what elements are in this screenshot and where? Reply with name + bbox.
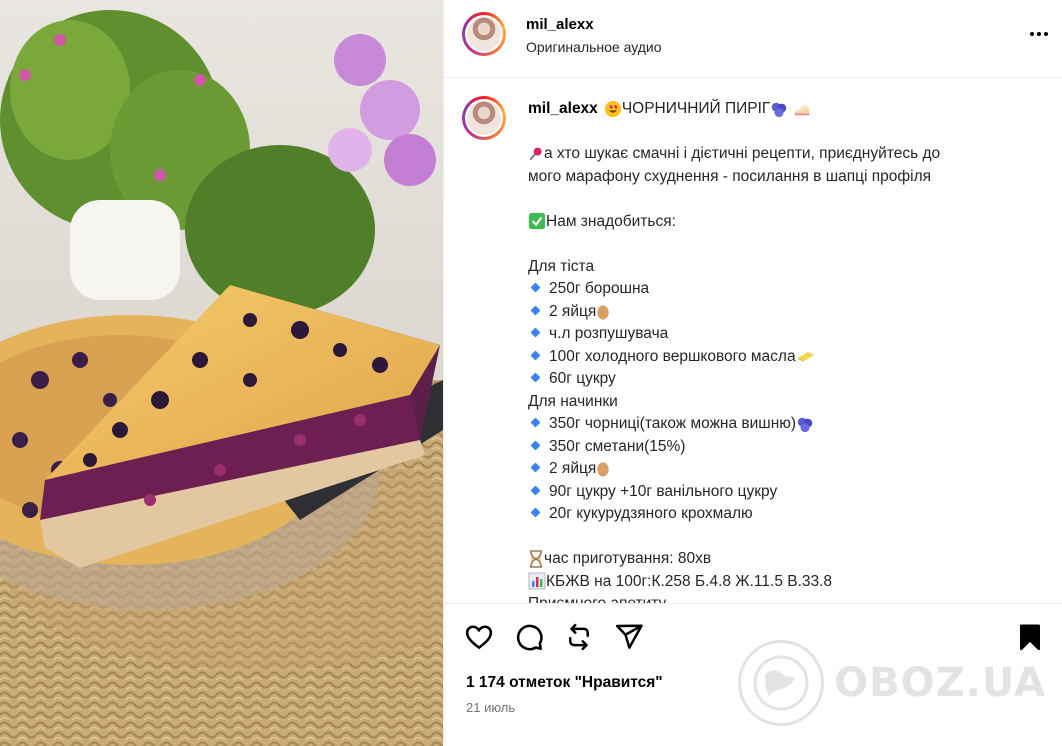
repost-icon[interactable]: [564, 622, 594, 652]
heart-icon[interactable]: [464, 622, 494, 652]
blue-diamond-icon: [530, 305, 541, 316]
likes-count[interactable]: 1 174 отметок "Нравится": [466, 674, 663, 692]
blueberries-icon: [772, 102, 787, 118]
caption-line-text: КБЖВ на 100г:К.258 Б.4.8 Ж.11.5 В.33.8: [546, 572, 833, 590]
caption-line-text: Приємного апетиту: [528, 595, 667, 604]
blue-diamond-icon: [530, 417, 541, 428]
caption-line: а хто шукає смачні і дієтичні рецепти, п…: [528, 143, 1028, 166]
more-horizontal-icon: [1030, 32, 1048, 36]
caption-line-text: ч.л розпушувача: [549, 325, 669, 342]
globe-icon: [738, 640, 825, 726]
blue-diamond-icon: [530, 372, 541, 383]
caption-line: [528, 233, 1028, 256]
hourglass-icon: [530, 550, 542, 568]
butter-icon: [797, 352, 814, 363]
caption-line: ч.л розпушувача: [528, 323, 1028, 346]
watermark-text: OBOZ.UA: [834, 660, 1046, 706]
caption-line-text: 2 яйця: [549, 302, 597, 320]
caption-line: мого марафону схуднення - посилання в ша…: [528, 166, 1028, 189]
caption-line: Для тіста: [528, 256, 1028, 279]
caption-line-text: а хто шукає смачні і дієтичні рецепти, п…: [544, 145, 941, 162]
caption-line: mil_alexx ЧОРНИЧНИЙ ПИРІГ: [528, 98, 1028, 121]
caption-line: 60г цукру: [528, 368, 1028, 391]
caption-line-text: Для начинки: [528, 392, 618, 410]
caption-line: Для начинки: [528, 391, 1028, 414]
caption-line: 20г кукурудзяного крохмалю: [528, 503, 1028, 526]
more-options-button[interactable]: [1027, 22, 1051, 46]
caption-line-text: 350г чорниці(також можна вишню): [549, 415, 797, 432]
caption-line: 350г сметани(15%): [528, 436, 1028, 459]
caption-text: mil_alexx ЧОРНИЧНИЙ ПИРІГ а хто шукає сма…: [528, 98, 1028, 604]
blue-diamond-icon: [530, 327, 541, 338]
caption-line-text: час приготування: 80хв: [544, 550, 712, 567]
caption-avatar[interactable]: [462, 96, 506, 140]
avatar[interactable]: [462, 12, 506, 56]
caption-line-text: Нам знадобиться:: [546, 212, 676, 230]
post-panel: mil_alexx Оригинальное аудио mil_alexx ЧО…: [443, 0, 1062, 746]
caption-line-text: 100г холодного вершкового масла: [549, 347, 796, 365]
caption-line: 350г чорниці(також можна вишню): [528, 413, 1028, 436]
check-mark-icon: [528, 213, 546, 230]
caption-username[interactable]: mil_alexx: [528, 100, 598, 117]
blue-diamond-icon: [530, 485, 541, 496]
blue-diamond-icon: [530, 350, 541, 361]
caption-line-text: 350г сметани(15%): [549, 437, 686, 455]
comment-icon[interactable]: [514, 622, 544, 652]
blueberries-icon: [797, 417, 813, 433]
blue-diamond-icon: [530, 282, 541, 293]
caption-line-text: 60г цукру: [549, 370, 616, 387]
caption-line-text: Для тіста: [528, 257, 595, 275]
caption-line: 90г цукру +10г ванільного цукру: [528, 481, 1028, 504]
caption-line: [528, 526, 1028, 549]
post-date[interactable]: 21 июль: [466, 700, 515, 715]
egg-icon: [597, 462, 609, 477]
post-image[interactable]: [0, 0, 443, 746]
post-header: mil_alexx Оригинальное аудио: [444, 0, 1062, 78]
cake-slice-icon: [794, 104, 809, 116]
blue-diamond-icon: [530, 462, 541, 473]
caption-line: 250г борошна: [528, 278, 1028, 301]
heart-eyes-emoji-icon: [604, 100, 621, 118]
caption-line-text: мого марафону схуднення - посилання в ша…: [528, 167, 932, 185]
caption-line: [528, 188, 1028, 211]
bar-chart-icon: [528, 572, 546, 590]
caption-line: Нам знадобиться:: [528, 211, 1028, 234]
egg-icon: [597, 305, 609, 320]
header-username[interactable]: mil_alexx: [526, 16, 594, 33]
audio-label[interactable]: Оригинальное аудио: [526, 39, 662, 55]
send-icon[interactable]: [614, 622, 644, 652]
caption-line: 100г холодного вершкового масла: [528, 346, 1028, 369]
caption-line: 2 яйця: [528, 458, 1028, 481]
caption-line-text: ЧОРНИЧНИЙ ПИРІГ: [621, 100, 771, 117]
caption-line: Приємного апетиту: [528, 593, 1028, 604]
pushpin-icon: [529, 147, 542, 161]
caption-line: [528, 121, 1028, 144]
caption-area[interactable]: mil_alexx ЧОРНИЧНИЙ ПИРІГ а хто шукає сма…: [444, 78, 1062, 604]
blue-diamond-icon: [530, 440, 541, 451]
caption-line: КБЖВ на 100г:К.258 Б.4.8 Ж.11.5 В.33.8: [528, 571, 1028, 594]
caption-line-text: 20г кукурудзяного крохмалю: [549, 505, 753, 522]
caption-line-text: 250г борошна: [549, 280, 650, 297]
caption-line: час приготування: 80хв: [528, 548, 1028, 571]
caption-line-text: 90г цукру +10г ванільного цукру: [549, 482, 778, 500]
caption-line-text: 2 яйця: [549, 460, 597, 477]
watermark: OBOZ.UA: [738, 638, 1046, 728]
blue-diamond-icon: [530, 507, 541, 518]
blueberry-pie-photo: [0, 0, 443, 746]
caption-line: 2 яйця: [528, 301, 1028, 324]
